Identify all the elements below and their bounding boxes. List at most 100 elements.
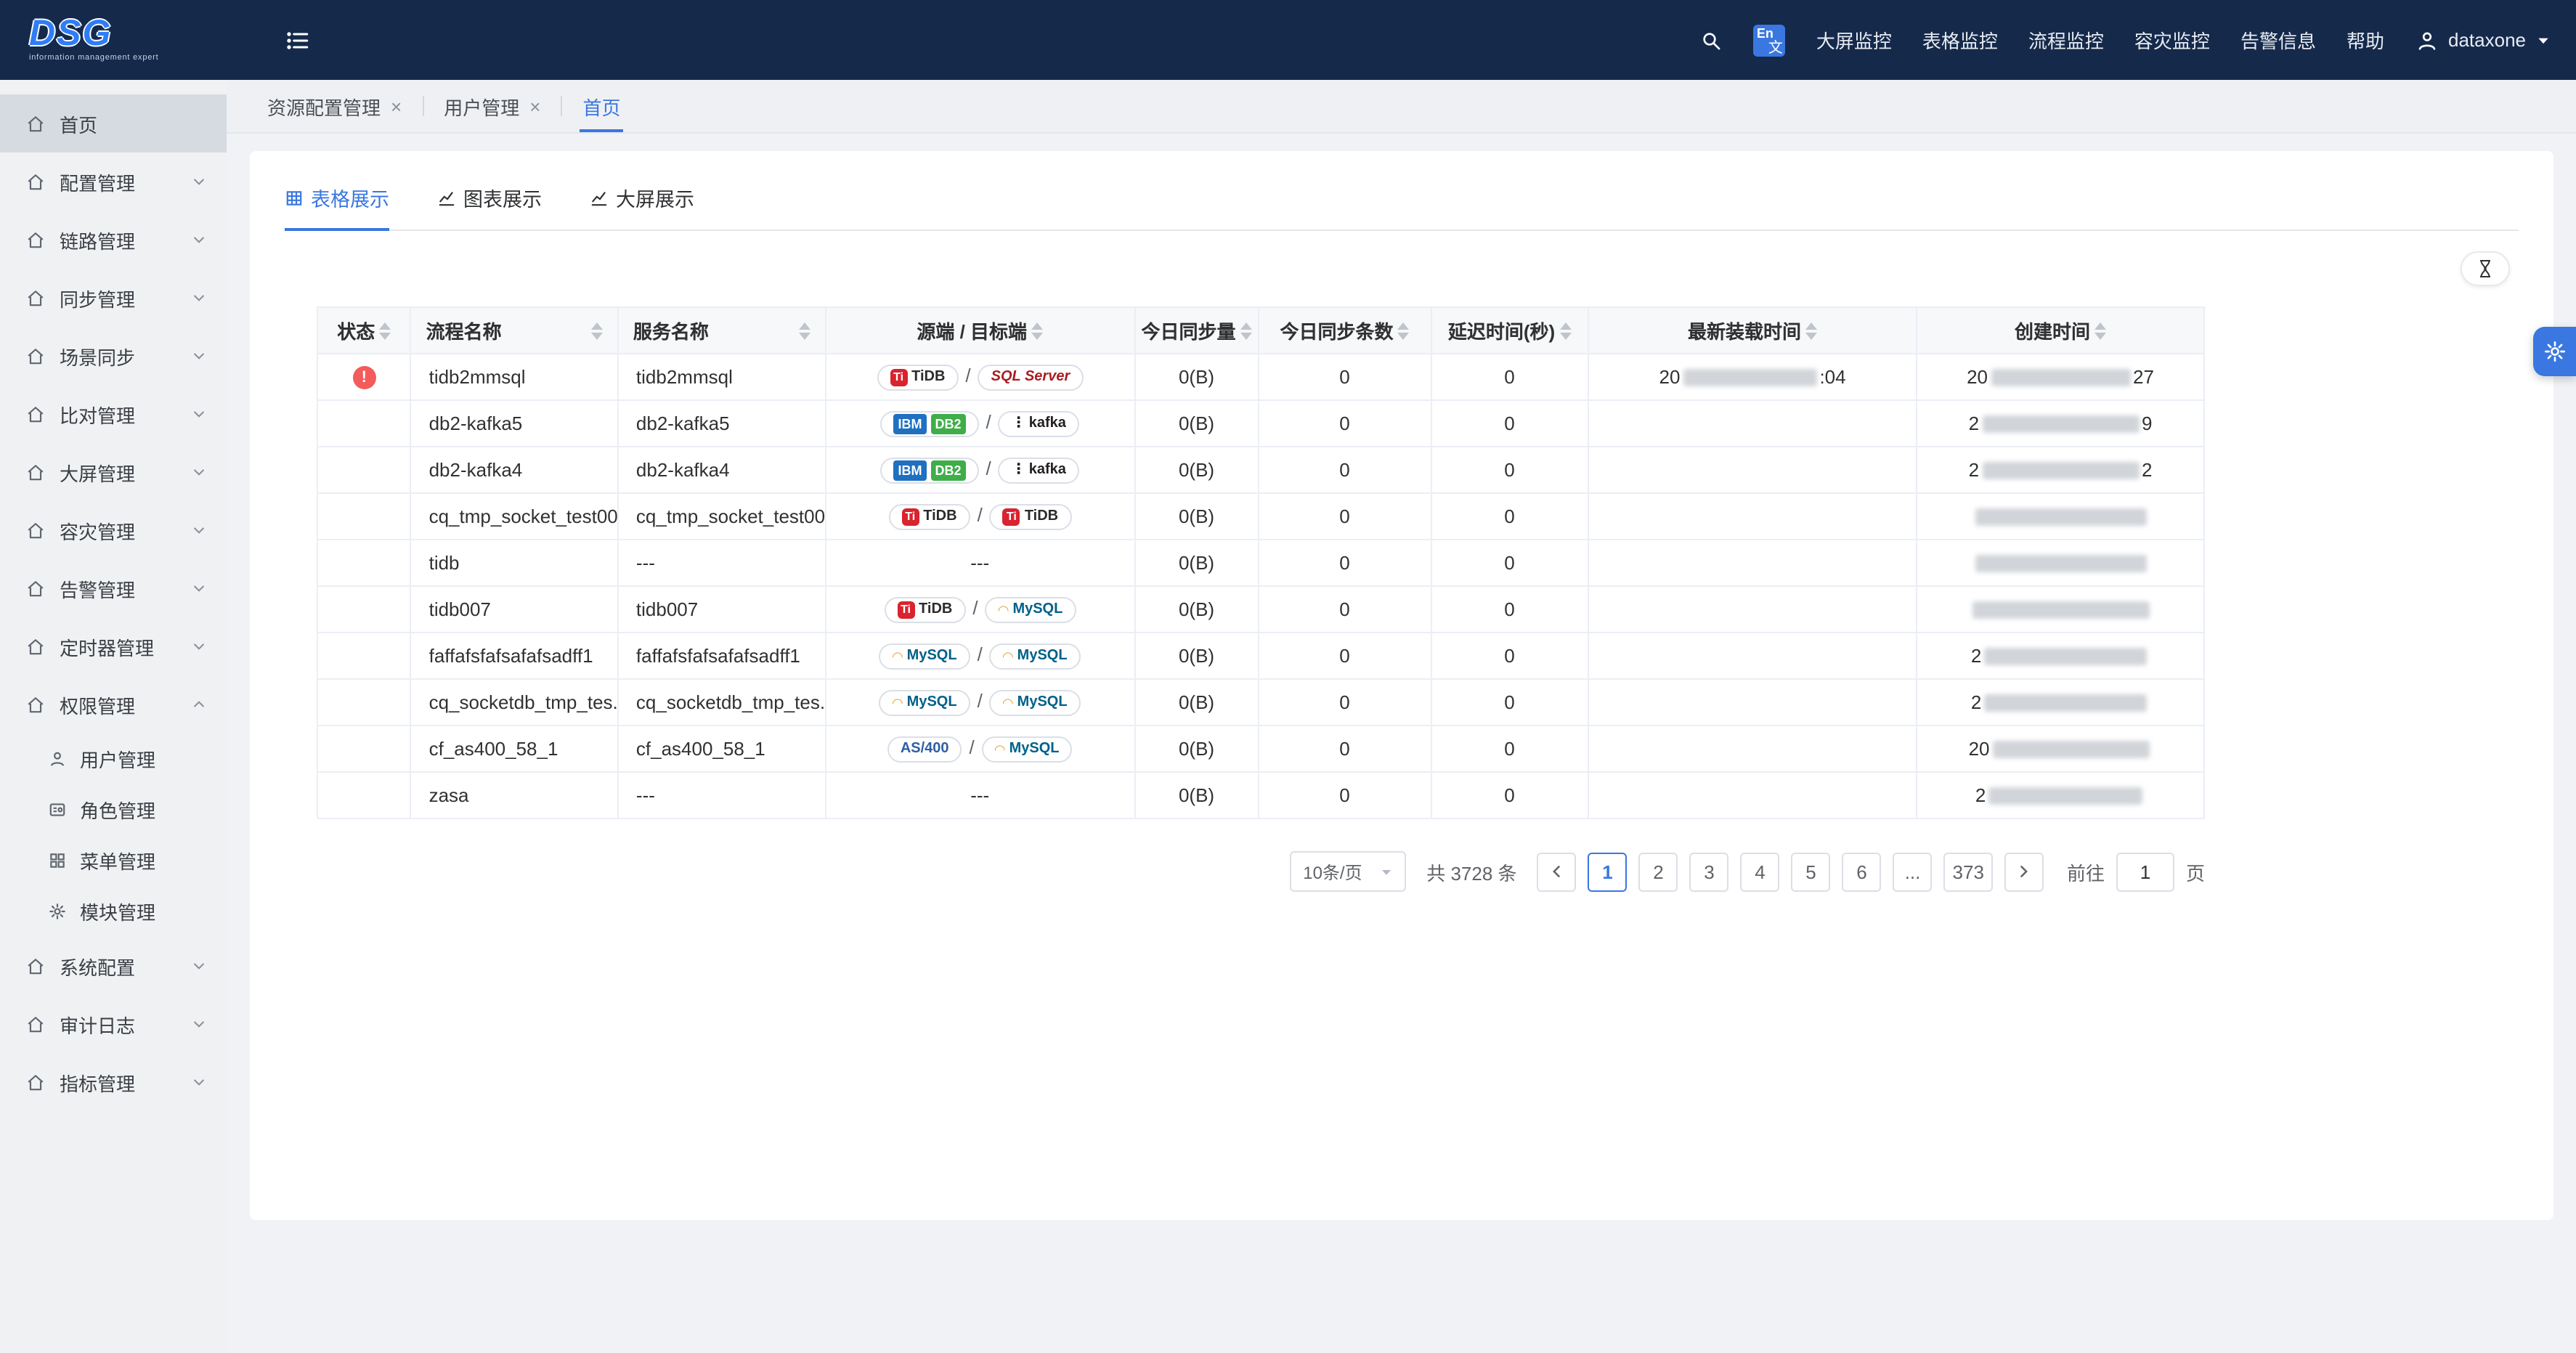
close-icon[interactable]: × xyxy=(391,95,402,117)
sidebar-subitem[interactable]: 模块管理 xyxy=(0,886,227,937)
view-tab[interactable]: 图表展示 xyxy=(437,183,542,229)
timestamp-fragment: 2 xyxy=(1969,459,1979,481)
sort-icon[interactable] xyxy=(1559,322,1571,339)
header-nav-link[interactable]: 流程监控 xyxy=(2028,26,2104,54)
workspace-tab[interactable]: 资源配置管理 × xyxy=(247,80,422,132)
table-row[interactable]: cf_as400_58_1cf_as400_58_1AS/400/◠MySQL0… xyxy=(317,726,2204,772)
workspace-tab-label: 资源配置管理 xyxy=(267,92,381,120)
sort-icon[interactable] xyxy=(591,322,603,339)
history-filter-button[interactable] xyxy=(2461,251,2510,286)
page-number-button[interactable]: 6 xyxy=(1842,852,1882,891)
sidebar-item[interactable]: 同步管理 xyxy=(0,269,227,327)
header-nav-link[interactable]: 帮助 xyxy=(2347,26,2384,54)
load-time-cell: 20:04 xyxy=(1588,354,1917,400)
page-number-button[interactable]: 1 xyxy=(1588,852,1628,891)
close-icon[interactable]: × xyxy=(529,95,540,117)
sort-icon[interactable] xyxy=(1031,322,1043,339)
sidebar-item[interactable]: 链路管理 xyxy=(0,211,227,269)
table-row[interactable]: tidb------0(B)00 xyxy=(317,540,2204,586)
language-toggle[interactable]: En 文 xyxy=(1754,24,1786,56)
table-row[interactable]: db2-kafka4db2-kafka4IBMDB2/⋮kafka0(B)002… xyxy=(317,447,2204,493)
table-row[interactable]: tidb007tidb007TiTiDB/◠MySQL0(B)00 xyxy=(317,586,2204,633)
sort-icon[interactable] xyxy=(1805,322,1817,339)
sync-volume-cell: 0(B) xyxy=(1134,772,1259,818)
column-header: 延迟时间(秒) xyxy=(1431,307,1588,354)
redacted-text xyxy=(1991,369,2130,386)
table-row[interactable]: !tidb2mmsqltidb2mmsqlTiTiDB/SQL Server0(… xyxy=(317,354,2204,400)
view-tab[interactable]: 表格展示 xyxy=(285,183,389,229)
sort-icon[interactable] xyxy=(2094,322,2106,339)
workspace-tab[interactable]: 首页 xyxy=(562,80,641,132)
page-number-button[interactable]: 5 xyxy=(1792,852,1831,891)
sidebar-subitem[interactable]: 用户管理 xyxy=(0,734,227,784)
process-name-cell: tidb007 xyxy=(411,586,618,633)
column-header: 创建时间 xyxy=(1917,307,2204,354)
sidebar-item[interactable]: 权限管理 xyxy=(0,675,227,734)
view-tab[interactable]: 大屏展示 xyxy=(590,183,694,229)
table-row[interactable]: cq_socketdb_tmp_tes...cq_socketdb_tmp_te… xyxy=(317,679,2204,726)
header-nav-link[interactable]: 告警信息 xyxy=(2240,26,2316,54)
next-page-button[interactable] xyxy=(2004,852,2044,891)
sidebar-subitem[interactable]: 角色管理 xyxy=(0,784,227,835)
sort-icon[interactable] xyxy=(379,322,391,339)
page-number-button[interactable]: 4 xyxy=(1741,852,1780,891)
goto-page-input[interactable] xyxy=(2116,852,2174,891)
table-row[interactable]: db2-kafka5db2-kafka5IBMDB2/⋮kafka0(B)002… xyxy=(317,400,2204,447)
sidebar-item[interactable]: 审计日志 xyxy=(0,995,227,1053)
sidebar-item[interactable]: 系统配置 xyxy=(0,937,227,995)
sidebar-subitem[interactable]: 菜单管理 xyxy=(0,835,227,886)
endpoints-cell: ◠MySQL/◠MySQL xyxy=(825,679,1134,726)
table-row[interactable]: zasa------0(B)002 xyxy=(317,772,2204,818)
timestamp-fragment: :04 xyxy=(1819,366,1845,388)
delay-cell: 0 xyxy=(1431,586,1588,633)
sidebar-subitem-label: 模块管理 xyxy=(80,898,155,925)
create-time-cell: 20 xyxy=(1917,726,2204,772)
redacted-text xyxy=(1993,741,2150,758)
load-time-cell xyxy=(1588,447,1917,493)
user-menu[interactable]: dataxone xyxy=(2415,28,2551,52)
sidebar-item[interactable]: 定时器管理 xyxy=(0,617,227,675)
sidebar-item[interactable]: 指标管理 xyxy=(0,1053,227,1111)
sort-icon[interactable] xyxy=(1240,322,1252,339)
service-name-cell: cf_as400_58_1 xyxy=(618,726,825,772)
page-number-button[interactable]: 2 xyxy=(1639,852,1678,891)
status-cell xyxy=(317,633,411,679)
service-name-cell: cq_socketdb_tmp_tes... xyxy=(618,679,825,726)
prev-page-button[interactable] xyxy=(1537,852,1577,891)
header-nav-link[interactable]: 容灾监控 xyxy=(2134,26,2210,54)
service-name-cell: faffafsfafsafafsadff1 xyxy=(618,633,825,679)
page-size-select[interactable]: 10条/页 xyxy=(1290,851,1406,892)
workspace-tab[interactable]: 用户管理× xyxy=(423,80,561,132)
sort-icon[interactable] xyxy=(798,322,810,339)
settings-flyout-button[interactable] xyxy=(2533,327,2576,376)
sidebar-item[interactable]: 告警管理 xyxy=(0,559,227,617)
service-name-cell: db2-kafka4 xyxy=(618,447,825,493)
sidebar-item[interactable]: 大屏管理 xyxy=(0,443,227,501)
user-icon xyxy=(48,749,67,768)
sync-count-cell: 0 xyxy=(1259,354,1431,400)
page-number-button[interactable]: 373 xyxy=(1944,852,1993,891)
sidebar-item[interactable]: 容灾管理 xyxy=(0,501,227,559)
sidebar-item[interactable]: 场景同步 xyxy=(0,327,227,385)
page-number-button[interactable]: 3 xyxy=(1690,852,1729,891)
page-ellipsis-button[interactable]: ... xyxy=(1893,852,1933,891)
sidebar-item[interactable]: 比对管理 xyxy=(0,385,227,443)
header-nav-link[interactable]: 大屏监控 xyxy=(1816,26,1892,54)
sync-count-cell: 0 xyxy=(1259,772,1431,818)
sidebar-item[interactable]: 首页 xyxy=(0,94,227,153)
column-header-label: 今日同步量 xyxy=(1142,317,1236,344)
service-name-cell: --- xyxy=(618,540,825,586)
table-row[interactable]: faffafsfafsafafsadff1faffafsfafsafafsadf… xyxy=(317,633,2204,679)
collapse-menu-icon[interactable] xyxy=(285,27,311,53)
chevron-down-icon xyxy=(192,523,206,537)
endpoints-cell: TiTiDB/◠MySQL xyxy=(825,586,1134,633)
redacted-text xyxy=(1984,648,2147,665)
delay-cell: 0 xyxy=(1431,493,1588,540)
process-name-cell: db2-kafka5 xyxy=(411,400,618,447)
chevron-down-icon xyxy=(1380,865,1393,878)
sidebar-item[interactable]: 配置管理 xyxy=(0,153,227,211)
sort-icon[interactable] xyxy=(1398,322,1410,339)
table-row[interactable]: cq_tmp_socket_test001cq_tmp_socket_test0… xyxy=(317,493,2204,540)
header-nav-link[interactable]: 表格监控 xyxy=(1922,26,1998,54)
search-icon[interactable] xyxy=(1700,28,1723,52)
